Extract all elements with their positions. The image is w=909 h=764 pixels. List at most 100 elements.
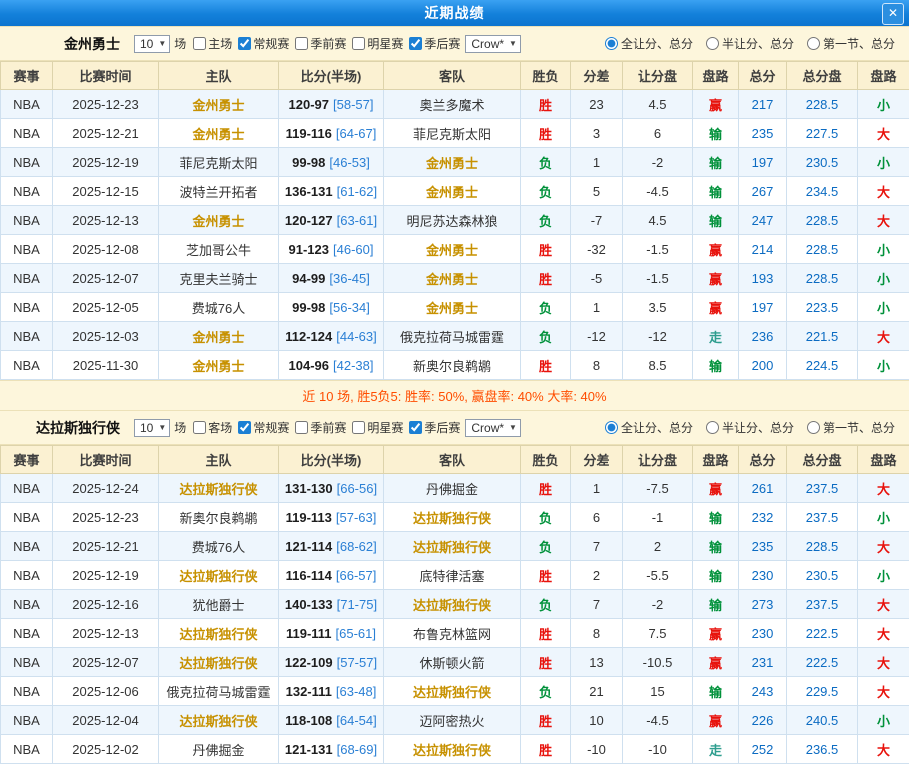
date-cell: 2025-12-24 xyxy=(53,474,159,503)
point-diff-cell: 1 xyxy=(571,474,623,503)
checkbox-input[interactable] xyxy=(193,37,206,50)
radio-input[interactable] xyxy=(706,421,719,434)
away-team-cell: 达拉斯独行侠 xyxy=(384,735,521,764)
column-header: 主队 xyxy=(159,446,279,474)
total-points-cell: 267 xyxy=(739,177,787,206)
checkbox-input[interactable] xyxy=(193,421,206,434)
close-icon: ✕ xyxy=(888,6,898,20)
league-select[interactable]: Crow* ▼ xyxy=(465,35,521,53)
date-cell: 2025-12-15 xyxy=(53,177,159,206)
checkbox-input[interactable] xyxy=(295,421,308,434)
filter-checkbox[interactable]: 季后赛 xyxy=(404,35,460,52)
scope-radio[interactable]: 全让分、总分 xyxy=(605,35,693,52)
scope-radio[interactable]: 第一节、总分 xyxy=(807,35,895,52)
final-score: 119-116 xyxy=(286,126,332,141)
filter-checkbox[interactable]: 主场 xyxy=(188,35,232,52)
game-row: NBA2025-11-30金州勇士104-96[42-38]新奥尔良鹈鹕胜88.… xyxy=(1,351,909,380)
league-cell: NBA xyxy=(1,148,53,177)
total-line-cell: 223.5 xyxy=(787,293,858,322)
table-header-row: 赛事比赛时间主队比分(半场)客队胜负分差让分盘盘路总分总分盘盘路 xyxy=(1,62,909,90)
radio-input[interactable] xyxy=(807,37,820,50)
league-cell: NBA xyxy=(1,561,53,590)
radio-input[interactable] xyxy=(605,421,618,434)
date-cell: 2025-12-23 xyxy=(53,503,159,532)
scope-radio[interactable]: 半让分、总分 xyxy=(706,419,794,436)
column-header: 胜负 xyxy=(521,62,571,90)
half-time-score: [57-63] xyxy=(336,510,376,525)
handicap-result-cell: 走 xyxy=(693,322,739,351)
handicap-result-cell: 赢 xyxy=(693,474,739,503)
league-select[interactable]: Crow* ▼ xyxy=(465,419,521,437)
checkbox-input[interactable] xyxy=(409,421,422,434)
score-cell: 121-114[68-62] xyxy=(279,532,384,561)
scope-radio[interactable]: 全让分、总分 xyxy=(605,419,693,436)
checkbox-input[interactable] xyxy=(352,421,365,434)
league-cell: NBA xyxy=(1,677,53,706)
score-cell: 132-111[63-48] xyxy=(279,677,384,706)
filter-checkbox[interactable]: 季前赛 xyxy=(290,419,346,436)
dropdown-arrow-icon: ▼ xyxy=(509,423,517,432)
filter-checkbox[interactable]: 明星赛 xyxy=(347,35,403,52)
checkbox-input[interactable] xyxy=(295,37,308,50)
filter-checkbox[interactable]: 季后赛 xyxy=(404,419,460,436)
away-team-cell: 明尼苏达森林狼 xyxy=(384,206,521,235)
checkbox-input[interactable] xyxy=(238,37,251,50)
handicap-result-cell: 输 xyxy=(693,177,739,206)
final-score: 99-98 xyxy=(292,155,325,170)
radio-input[interactable] xyxy=(706,37,719,50)
score-cell: 120-127[63-61] xyxy=(279,206,384,235)
score-cell: 116-114[66-57] xyxy=(279,561,384,590)
close-button[interactable]: ✕ xyxy=(882,3,904,25)
score-cell: 122-109[57-57] xyxy=(279,648,384,677)
filter-checkbox[interactable]: 客场 xyxy=(188,419,232,436)
total-result-cell: 小 xyxy=(858,264,909,293)
handicap-result-cell: 输 xyxy=(693,119,739,148)
half-time-score: [64-54] xyxy=(336,713,376,728)
league-cell: NBA xyxy=(1,206,53,235)
league-cell: NBA xyxy=(1,264,53,293)
handicap-line-cell: -5.5 xyxy=(623,561,693,590)
point-diff-cell: 3 xyxy=(571,119,623,148)
games-count-select[interactable]: 10 ▼ xyxy=(134,419,170,437)
date-cell: 2025-11-30 xyxy=(53,351,159,380)
scope-radio[interactable]: 第一节、总分 xyxy=(807,419,895,436)
handicap-result-cell: 赢 xyxy=(693,619,739,648)
total-points-cell: 197 xyxy=(739,148,787,177)
filter-checkbox[interactable]: 常规赛 xyxy=(233,419,289,436)
checkbox-input[interactable] xyxy=(238,421,251,434)
league-cell: NBA xyxy=(1,177,53,206)
point-diff-cell: -7 xyxy=(571,206,623,235)
radio-input[interactable] xyxy=(605,37,618,50)
away-team-cell: 达拉斯独行侠 xyxy=(384,590,521,619)
game-row: NBA2025-12-07克里夫兰骑士94-99[36-45]金州勇士胜-5-1… xyxy=(1,264,909,293)
filter-checkbox[interactable]: 季前赛 xyxy=(290,35,346,52)
score-cell: 94-99[36-45] xyxy=(279,264,384,293)
filter-checkbox[interactable]: 明星赛 xyxy=(347,419,403,436)
league-cell: NBA xyxy=(1,474,53,503)
date-cell: 2025-12-23 xyxy=(53,90,159,119)
game-row: NBA2025-12-19菲尼克斯太阳99-98[46-53]金州勇士负1-2输… xyxy=(1,148,909,177)
radio-input[interactable] xyxy=(807,421,820,434)
game-row: NBA2025-12-13达拉斯独行侠119-111[65-61]布鲁克林篮网胜… xyxy=(1,619,909,648)
filter-checkbox[interactable]: 常规赛 xyxy=(233,35,289,52)
handicap-result-cell: 输 xyxy=(693,590,739,619)
handicap-result-cell: 输 xyxy=(693,503,739,532)
total-line-cell: 230.5 xyxy=(787,561,858,590)
column-header: 总分盘 xyxy=(787,62,858,90)
home-team-cell: 达拉斯独行侠 xyxy=(159,648,279,677)
league-cell: NBA xyxy=(1,532,53,561)
total-result-cell: 大 xyxy=(858,474,909,503)
league-cell: NBA xyxy=(1,351,53,380)
checkbox-input[interactable] xyxy=(409,37,422,50)
handicap-result-cell: 赢 xyxy=(693,264,739,293)
home-team-cell: 犹他爵士 xyxy=(159,590,279,619)
radio-label: 半让分、总分 xyxy=(722,35,794,52)
checkbox-label: 明星赛 xyxy=(367,419,403,436)
total-result-cell: 大 xyxy=(858,119,909,148)
away-team-cell: 达拉斯独行侠 xyxy=(384,503,521,532)
checkbox-input[interactable] xyxy=(352,37,365,50)
scope-radio[interactable]: 半让分、总分 xyxy=(706,35,794,52)
final-score: 120-97 xyxy=(289,97,329,112)
result-cell: 胜 xyxy=(521,648,571,677)
games-count-select[interactable]: 10 ▼ xyxy=(134,35,170,53)
